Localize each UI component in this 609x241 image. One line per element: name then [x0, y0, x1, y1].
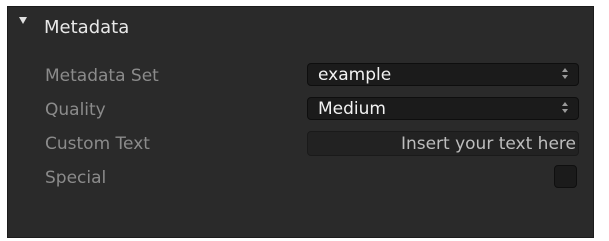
special-label: Special: [45, 168, 107, 188]
select-arrows-icon: [562, 68, 570, 81]
metadata-set-label: Metadata Set: [45, 66, 159, 86]
special-checkbox[interactable]: [554, 165, 577, 188]
custom-text-row: Custom Text: [8, 131, 593, 159]
quality-select[interactable]: Medium: [307, 97, 579, 120]
select-arrows-icon: [562, 102, 570, 115]
metadata-section-header[interactable]: Metadata: [8, 7, 593, 49]
section-title: Metadata: [44, 17, 130, 38]
metadata-set-select[interactable]: example: [307, 63, 579, 86]
metadata-set-row: Metadata Set example: [8, 63, 593, 91]
quality-value: Medium: [318, 99, 386, 119]
triangle-down-icon[interactable]: [19, 17, 27, 24]
quality-label: Quality: [45, 100, 106, 120]
custom-text-field-wrapper: [307, 131, 579, 156]
custom-text-input[interactable]: [308, 132, 578, 155]
custom-text-label: Custom Text: [45, 134, 150, 154]
special-row: Special: [8, 165, 593, 193]
quality-row: Quality Medium: [8, 97, 593, 125]
metadata-panel: Metadata Metadata Set example Quality Me…: [7, 6, 594, 238]
metadata-set-value: example: [318, 65, 392, 85]
